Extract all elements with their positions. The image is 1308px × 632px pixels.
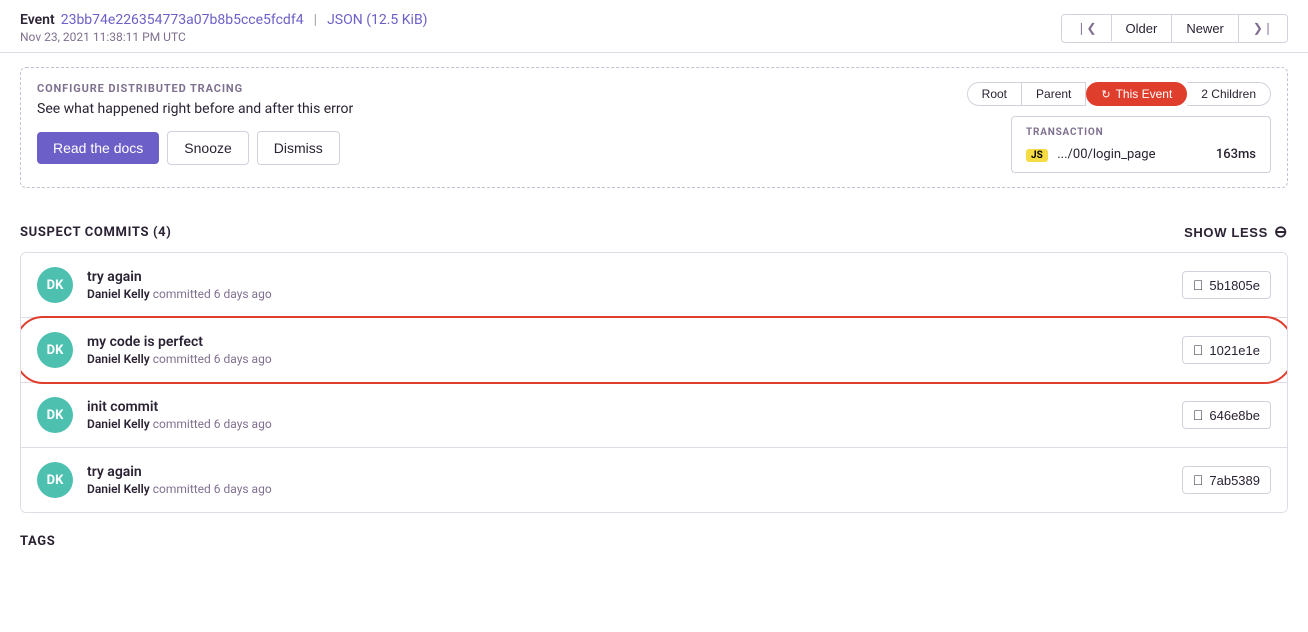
event-id[interactable]: 23bb74e226354773a07b8b5cce5fcdf4	[61, 12, 304, 28]
tags-title: TAGS	[20, 534, 55, 549]
event-json-link[interactable]: JSON (12.5 KiB)	[327, 12, 427, 28]
commit-message: try again	[87, 269, 272, 285]
commit-meta: Daniel Kelly committed 6 days ago	[87, 417, 272, 431]
avatar: DK	[37, 462, 73, 498]
commits-list: DK try again Daniel Kelly committed 6 da…	[20, 252, 1288, 513]
commit-info: init commit Daniel Kelly committed 6 day…	[87, 399, 272, 431]
commit-hash-button[interactable]:  7ab5389	[1182, 466, 1271, 494]
github-icon: 	[1193, 407, 1204, 423]
transaction-box: TRANSACTION JS .../00/login_page 163ms	[1011, 116, 1271, 173]
older-button[interactable]: Older	[1112, 15, 1173, 42]
tracing-right: Root Parent ↻ This Event 2 Children TRAN…	[967, 82, 1271, 173]
event-header-info: Event 23bb74e226354773a07b8b5cce5fcdf4 |…	[20, 12, 428, 44]
avatar: DK	[37, 267, 73, 303]
tracing-description: See what happened right before and after…	[37, 101, 353, 117]
avatar: DK	[37, 332, 73, 368]
commit-info: my code is perfect Daniel Kelly committe…	[87, 334, 272, 366]
github-icon: 	[1193, 472, 1204, 488]
commit-hash-button[interactable]:  5b1805e	[1182, 271, 1271, 299]
commit-hash-button[interactable]:  1021e1e	[1182, 336, 1271, 364]
github-icon: 	[1193, 277, 1204, 293]
js-badge: JS	[1026, 149, 1048, 162]
snooze-button[interactable]: Snooze	[167, 131, 248, 165]
reload-icon: ↻	[1101, 88, 1110, 101]
root-tab[interactable]: Root	[967, 82, 1021, 106]
minus-circle-icon: ⊖	[1274, 222, 1288, 242]
commit-info: try again Daniel Kelly committed 6 days …	[87, 464, 272, 496]
commit-left: DK init commit Daniel Kelly committed 6 …	[37, 397, 272, 433]
tracing-tabs: Root Parent ↻ This Event 2 Children	[967, 82, 1271, 106]
children-tab[interactable]: 2 Children	[1187, 82, 1271, 106]
this-event-tab[interactable]: ↻ This Event	[1086, 82, 1187, 106]
commit-left: DK try again Daniel Kelly committed 6 da…	[37, 462, 272, 498]
commit-row: DK my code is perfect Daniel Kelly commi…	[21, 318, 1287, 383]
event-date: Nov 23, 2021 11:38:11 PM UTC	[20, 30, 428, 44]
show-less-button[interactable]: SHOW LESS ⊖	[1184, 222, 1288, 242]
commit-left: DK try again Daniel Kelly committed 6 da…	[37, 267, 272, 303]
avatar: DK	[37, 397, 73, 433]
dismiss-button[interactable]: Dismiss	[257, 131, 340, 165]
tracing-title: CONFIGURE DISTRIBUTED TRACING	[37, 82, 353, 95]
suspect-commits-header: SUSPECT COMMITS (4) SHOW LESS ⊖	[0, 202, 1308, 252]
event-label: Event	[20, 12, 55, 28]
transaction-name: .../00/login_page	[1057, 147, 1155, 162]
newer-button[interactable]: Newer	[1172, 15, 1239, 42]
pipe-separator: |	[314, 12, 318, 28]
read-docs-button[interactable]: Read the docs	[37, 132, 159, 164]
transaction-time: 163ms	[1216, 147, 1256, 162]
commit-hash-button[interactable]:  646e8be	[1182, 401, 1271, 429]
parent-tab[interactable]: Parent	[1021, 82, 1086, 106]
first-event-button[interactable]: ❘❮	[1062, 15, 1111, 41]
commit-info: try again Daniel Kelly committed 6 days …	[87, 269, 272, 301]
tracing-actions: Read the docs Snooze Dismiss	[37, 131, 353, 165]
tags-section: TAGS	[0, 513, 1308, 559]
commit-message: init commit	[87, 399, 272, 415]
github-icon: 	[1193, 342, 1204, 358]
transaction-name-group: JS .../00/login_page	[1026, 146, 1156, 162]
suspect-commits-title: SUSPECT COMMITS (4)	[20, 225, 172, 240]
commit-meta: Daniel Kelly committed 6 days ago	[87, 482, 272, 496]
commit-message: my code is perfect	[87, 334, 272, 350]
event-navigation: ❘❮ Older Newer ❯❘	[1061, 14, 1288, 43]
last-event-button[interactable]: ❯❘	[1239, 15, 1287, 41]
commit-row: DK init commit Daniel Kelly committed 6 …	[21, 383, 1287, 448]
transaction-label: TRANSACTION	[1026, 127, 1256, 138]
commit-message: try again	[87, 464, 272, 480]
tracing-left: CONFIGURE DISTRIBUTED TRACING See what h…	[37, 82, 353, 165]
event-title: Event 23bb74e226354773a07b8b5cce5fcdf4 |…	[20, 12, 428, 28]
transaction-row: JS .../00/login_page 163ms	[1026, 146, 1256, 162]
event-header: Event 23bb74e226354773a07b8b5cce5fcdf4 |…	[0, 0, 1308, 53]
commit-meta: Daniel Kelly committed 6 days ago	[87, 352, 272, 366]
commit-left: DK my code is perfect Daniel Kelly commi…	[37, 332, 272, 368]
tracing-banner: CONFIGURE DISTRIBUTED TRACING See what h…	[20, 67, 1288, 188]
commit-row: DK try again Daniel Kelly committed 6 da…	[21, 253, 1287, 318]
commit-row: DK try again Daniel Kelly committed 6 da…	[21, 448, 1287, 512]
commit-meta: Daniel Kelly committed 6 days ago	[87, 287, 272, 301]
